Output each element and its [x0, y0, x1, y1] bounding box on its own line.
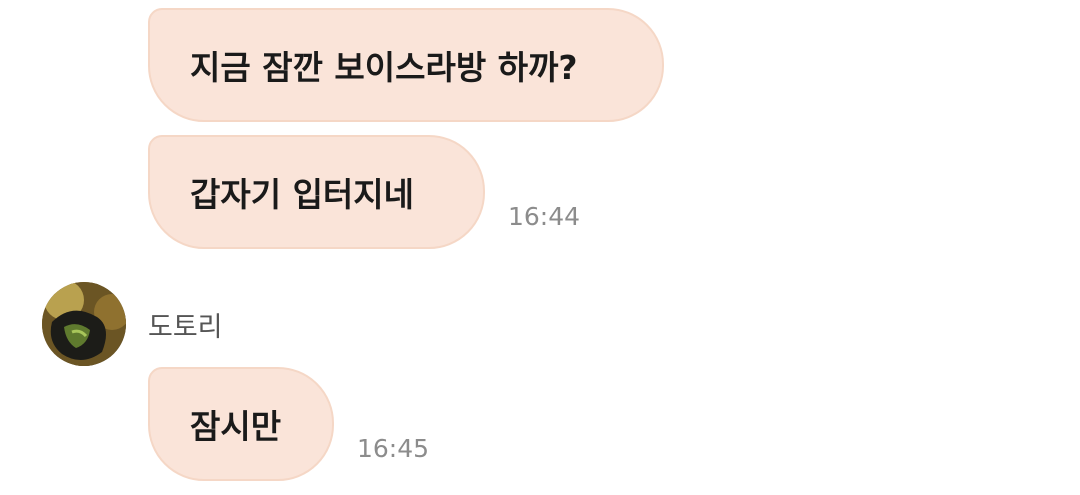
profile-photo-avatar-icon: [42, 282, 126, 366]
message-timestamp: 16:45: [357, 434, 430, 463]
chat-message-bubble[interactable]: 잠시만: [148, 367, 334, 481]
sender-avatar[interactable]: [42, 282, 126, 366]
sender-name: 도토리: [148, 312, 223, 343]
chat-message-bubble[interactable]: 갑자기 입터지네: [148, 135, 485, 249]
chat-message-bubble[interactable]: 지금 잠깐 보이스라방 하까?: [148, 8, 664, 122]
message-timestamp: 16:44: [508, 202, 581, 231]
message-text: 갑자기 입터지네: [190, 175, 415, 214]
message-text: 잠시만: [190, 407, 282, 446]
message-text: 지금 잠깐 보이스라방 하까?: [190, 48, 578, 87]
